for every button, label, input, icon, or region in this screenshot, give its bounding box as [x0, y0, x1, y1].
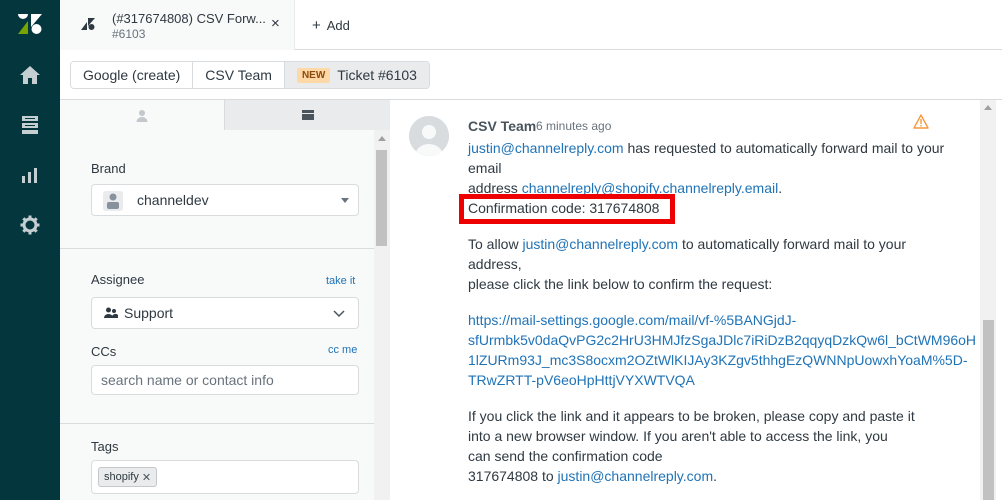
assignee-label: Assignee — [91, 272, 145, 287]
email-link[interactable]: justin@channelreply.com — [522, 236, 678, 252]
tab-user-info[interactable] — [60, 100, 224, 130]
close-tab-icon[interactable]: × — [271, 15, 280, 32]
add-label: Add — [326, 18, 350, 33]
section-divider — [60, 248, 374, 249]
add-tab-button[interactable]: + Add — [312, 17, 350, 34]
message-paragraph-2: To allow justin@channelreply.com to auto… — [468, 234, 948, 294]
highlight-box — [459, 194, 675, 224]
message-timestamp: 6 minutes ago — [536, 119, 612, 133]
scrollbar-thumb[interactable] — [983, 320, 994, 500]
message-text: To allow — [468, 236, 523, 252]
ticket-properties-sidebar: Brand channeldev Assignee take it Suppor… — [60, 100, 390, 500]
scroll-up-arrow-icon[interactable] — [984, 105, 992, 110]
ticket-tab[interactable]: (#317674808) CSV Forw... #6103 × — [60, 0, 295, 50]
ticket-label: Ticket #6103 — [337, 67, 417, 83]
brand-value: channeldev — [137, 192, 209, 208]
views-icon — [22, 116, 38, 134]
ticket-source-icon — [81, 18, 95, 30]
nav-home[interactable] — [0, 50, 60, 100]
message-text: 317674808 to — [468, 468, 558, 484]
new-badge: NEW — [296, 67, 331, 83]
message-text: If you click the link and it appears to … — [468, 408, 915, 424]
breadcrumb-csv-team[interactable]: CSV Team — [193, 62, 285, 88]
scrollbar-thumb[interactable] — [376, 150, 387, 246]
conversation-pane: CSV Team 6 minutes ago justin@channelrep… — [391, 100, 1002, 500]
assignee-value: Support — [124, 305, 174, 321]
breadcrumb-ticket[interactable]: NEW Ticket #6103 — [284, 62, 429, 88]
plus-icon: + — [312, 17, 321, 34]
user-icon — [136, 109, 148, 122]
sender-name[interactable]: CSV Team — [468, 118, 536, 134]
link-line: sfUrmbk5v0daQvPG2c2HrU3HMJfzSgaJDlc7iRiD… — [468, 332, 977, 348]
tags-label: Tags — [91, 439, 119, 454]
assignee-select[interactable]: Support — [91, 297, 359, 329]
message-text: please click the link below to confirm t… — [468, 276, 773, 292]
nav-admin[interactable] — [0, 200, 60, 250]
top-tab-bar: (#317674808) CSV Forw... #6103 × + Add — [60, 0, 1002, 50]
ccs-search-input[interactable] — [93, 367, 355, 393]
tab-ticket-fields[interactable] — [224, 100, 390, 130]
message-paragraph-3: If you click the link and it appears to … — [468, 406, 948, 486]
breadcrumb-bar: Google (create) CSV Team NEW Ticket #610… — [60, 50, 1002, 100]
sidebar-scrollbar[interactable] — [374, 130, 390, 500]
reporting-icon — [22, 168, 37, 183]
link-line: 1lZURm93J_mc3S8ocxm2OZtWlKIJAy3KZgv5thhg… — [468, 352, 968, 368]
cc-me-link[interactable]: cc me — [328, 344, 357, 356]
home-icon — [20, 66, 40, 84]
conversation-scrollbar[interactable] — [980, 100, 996, 500]
scroll-up-arrow-icon[interactable] — [378, 136, 386, 141]
tab-title: (#317674808) CSV Forw... — [112, 11, 266, 26]
message-text: can send the confirmation code — [468, 448, 663, 464]
zendesk-logo[interactable] — [17, 13, 43, 35]
email-link[interactable]: justin@channelreply.com — [558, 468, 714, 484]
message-text: into a new browser window. If you aren't… — [468, 428, 888, 444]
remove-tag-icon[interactable]: ✕ — [142, 471, 151, 484]
tags-field[interactable]: shopify ✕ — [91, 460, 359, 494]
caret-down-icon — [341, 198, 349, 203]
link-line: https://mail-settings.google.com/mail/vf… — [468, 312, 797, 328]
tag-text: shopify — [104, 471, 139, 483]
breadcrumb-google-create[interactable]: Google (create) — [71, 62, 194, 88]
chevron-down-icon — [333, 310, 345, 318]
take-it-link[interactable]: take it — [326, 275, 355, 287]
ccs-label: CCs — [91, 344, 117, 359]
brand-label: Brand — [91, 161, 126, 176]
confirmation-link[interactable]: https://mail-settings.google.com/mail/vf… — [468, 310, 976, 390]
nav-views[interactable] — [0, 100, 60, 150]
ccs-field — [91, 365, 359, 395]
product-rail — [0, 0, 60, 500]
nav-reporting[interactable] — [0, 150, 60, 200]
link-line: TRwZRTT-pV6eoHpHttjVYXWTVQA — [468, 372, 695, 388]
section-divider — [60, 423, 374, 424]
tab-subtitle: #6103 — [112, 27, 146, 41]
ticket-fields-icon — [301, 110, 314, 120]
message-text: . — [713, 468, 718, 484]
avatar — [409, 116, 449, 156]
warning-icon[interactable] — [913, 114, 929, 129]
default-avatar-icon — [409, 116, 449, 156]
tag-chip: shopify ✕ — [98, 467, 158, 487]
message-paragraph-1: justin@channelreply.com has requested to… — [468, 138, 948, 198]
sidebar-tabs — [60, 100, 390, 130]
breadcrumb: Google (create) CSV Team NEW Ticket #610… — [70, 61, 430, 89]
message-text: . — [778, 180, 783, 196]
admin-gear-icon — [20, 215, 40, 235]
email-link[interactable]: justin@channelreply.com — [468, 140, 624, 156]
group-icon — [104, 307, 118, 318]
brand-select[interactable]: channeldev — [91, 184, 359, 216]
brand-avatar-icon — [103, 191, 123, 211]
